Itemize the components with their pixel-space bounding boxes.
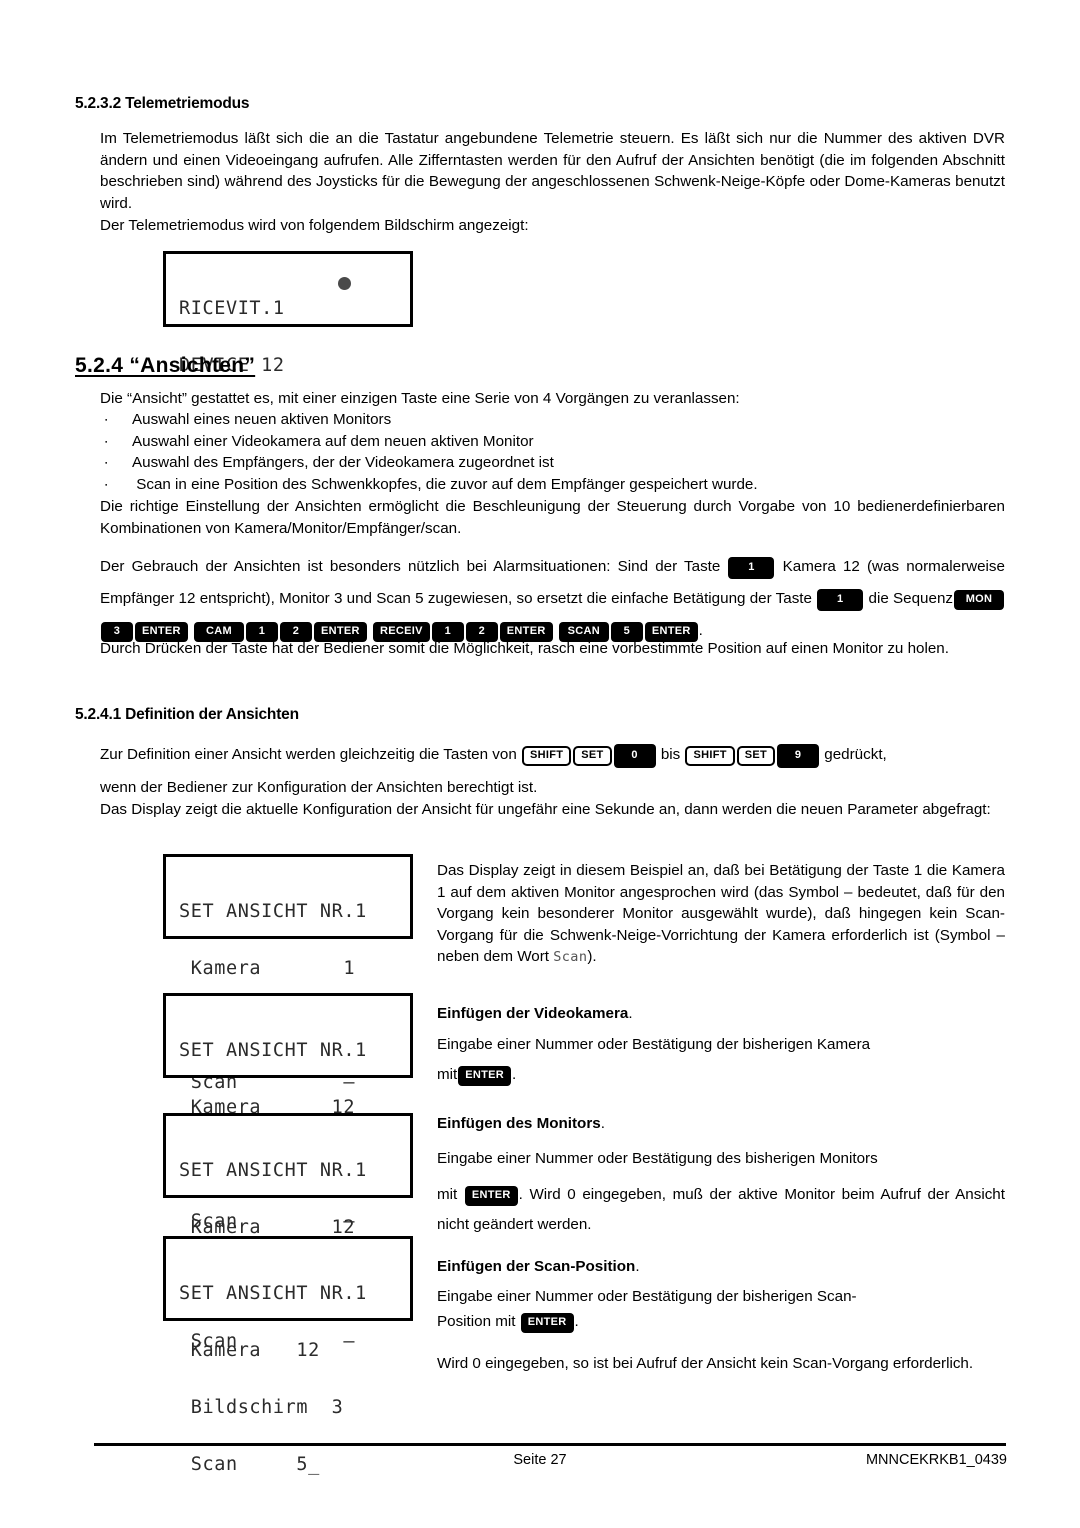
scan-mit-label: Position mit	[437, 1313, 516, 1330]
list-item: ∙ Auswahl eines neuen aktiven Monitors	[100, 409, 1005, 431]
key-enter-camera[interactable]: ENTER	[458, 1066, 512, 1086]
list-item-label: Scan in eine Position des Schwenkkopfes,…	[132, 475, 758, 493]
lcd-row-kamera: Kamera 1	[179, 958, 356, 979]
list-item-label: Auswahl eines neuen aktiven Monitors	[132, 411, 392, 428]
paragraph-einfuegen-scan-enter: Position mit ENTER.	[437, 1311, 1005, 1333]
paragraph-einfuegen-monitors-body: Eingabe einer Nummer oder Bestätigung de…	[437, 1150, 878, 1167]
lcd-title: SET ANSICHT NR.1	[179, 901, 367, 922]
key-set-2[interactable]: SET	[736, 746, 776, 766]
einfuegen-videokamera-title: Einfügen der Videokamera	[437, 1005, 629, 1022]
bullet-list-ansichten: ∙ Auswahl eines neuen aktiven Monitors ∙ A…	[100, 409, 1005, 495]
key-0[interactable]: 0	[613, 744, 656, 768]
list-item-label: Auswahl einer Videokamera auf dem neuen …	[132, 432, 534, 450]
lcd-row-bildschirm: Bildschirm 3	[179, 1397, 344, 1418]
alarm-text-3: der Taste	[749, 590, 812, 607]
lcd-display-view-1: SET ANSICHT NR.1 Kamera 1 Bildschirm – S…	[163, 854, 413, 1092]
alarm-text-1: Der Gebrauch der Ansichten ist besonders…	[100, 558, 721, 575]
key-set-1[interactable]: SET	[573, 746, 612, 766]
scan-enter-period: .	[574, 1313, 579, 1330]
einfuegen-scan-title: Einfügen der Scan-Position	[437, 1258, 636, 1275]
dot-symbol-icon	[338, 277, 351, 290]
sequence-period: .	[698, 622, 703, 639]
paragraph-scan-zero-note: Wird 0 eingegeben, so ist bei Aufruf der…	[437, 1355, 974, 1372]
footer-document-code: MNNCEKRKB1_0439	[865, 1452, 1007, 1468]
key-shift-2[interactable]: SHIFT	[685, 746, 735, 766]
key-mon[interactable]: MON	[953, 590, 1004, 610]
lcd-title: SET ANSICHT NR.1	[179, 1160, 367, 1181]
paragraph-einfuegen-videokamera-body: Eingabe einer Nummer oder Bestätigung de…	[437, 1036, 871, 1053]
paragraph-einfuegen-videokamera-enter: mit ENTER.	[437, 1064, 1005, 1086]
einfuegen-monitors-period: .	[600, 1115, 605, 1132]
einfuegen-videokamera-period: .	[628, 1005, 633, 1022]
definition-text-1: Zur Definition einer Ansicht werden glei…	[100, 746, 517, 763]
paragraph-definition-auth: wenn der Bediener zur Konfiguration der …	[100, 779, 538, 796]
heading-einfuegen-scan-position: Einfügen der Scan-Position.	[437, 1256, 1005, 1278]
document-page: 5.2.3.2 Telemetriemodus Im Telemetriemod…	[0, 0, 1080, 1528]
bullet-icon: ∙	[104, 454, 109, 471]
einfuegen-monitors-title: Einfügen des Monitors	[437, 1115, 601, 1132]
list-item-label: Auswahl des Empfängers, der der Videokam…	[132, 454, 554, 471]
paragraph-definition-display: Das Display zeigt die aktuelle Konfigura…	[100, 801, 991, 818]
alarm-text-4: die Sequenz	[868, 590, 953, 607]
heading-definition-ansichten: 5.2.4.1 Definition der Ansichten	[75, 706, 299, 723]
lcd-line-1: RICEVIT.1	[179, 298, 285, 319]
example-text-c: neben dem Wort	[437, 948, 550, 965]
key-1-second[interactable]: 1	[817, 589, 864, 611]
list-item: ∙ Auswahl einer Videokamera auf dem neuen…	[100, 431, 1005, 453]
lcd-display-view-2: SET ANSICHT NR.1 Kamera 12_ Bildschirm –…	[163, 993, 413, 1231]
paragraph-definition-intro: Zur Definition einer Ansicht werden glei…	[100, 739, 1005, 771]
lcd-title: SET ANSICHT NR.1	[179, 1283, 367, 1304]
paragraph-ansichten-settings: Die richtige Einstellung der Ansichten e…	[100, 498, 1005, 537]
heading-telemetriemodus: 5.2.3.2 Telemetriemodus	[75, 95, 250, 112]
bullet-icon: ∙	[104, 475, 109, 493]
key-9[interactable]: 9	[777, 744, 820, 768]
list-item: ∙ Auswahl des Empfängers, der der Videoka…	[100, 452, 1005, 474]
list-item: ∙ Scan in eine Position des Schwenkkopfe…	[100, 474, 1005, 496]
monitor-enter-rest: . Wird 0 eingegeben, muß der aktive Moni…	[437, 1186, 1005, 1233]
paragraph-alarm-sequence: Der Gebrauch der Ansichten ist besonders…	[100, 551, 1005, 647]
paragraph-telemetrie-intro: Im Telemetriemodus läßt sich die an die …	[100, 130, 1005, 212]
definition-text-bis: bis	[660, 746, 681, 763]
bullet-icon: ∙	[104, 411, 109, 428]
key-enter-monitor[interactable]: ENTER	[464, 1186, 518, 1206]
heading-einfuegen-monitors: Einfügen des Monitors.	[437, 1113, 1005, 1135]
paragraph-einfuegen-scan-body: Eingabe einer Nummer oder Bestätigung de…	[437, 1288, 857, 1305]
einfuegen-scan-period: .	[635, 1258, 640, 1275]
example-symbol-2: –	[996, 926, 1005, 944]
paragraph-telemetrie-screen-note: Der Telemetriemodus wird von folgendem B…	[100, 217, 529, 234]
key-shift-1[interactable]: SHIFT	[522, 746, 572, 766]
heading-einfuegen-videokamera: Einfügen der Videokamera.	[437, 1003, 1005, 1025]
lcd-display-view-4: SET ANSICHT NR.1 Kamera 12 Bildschirm 3 …	[163, 1236, 413, 1474]
lcd-title: SET ANSICHT NR.1	[179, 1040, 367, 1061]
example-text-d: ).	[587, 948, 597, 965]
key-enter-scan[interactable]: ENTER	[520, 1313, 574, 1333]
footer-divider	[94, 1443, 1006, 1446]
key-1[interactable]: 1	[728, 557, 775, 579]
lcd-display-telemetry: RICEVIT.1 DEVICE 12	[163, 251, 413, 375]
lcd-display-view-3: SET ANSICHT NR.1 Kamera 12 Bildschirm 3_…	[163, 1113, 413, 1351]
paragraph-ansichten-intro: Die “Ansicht” gestattet es, mit einer ei…	[100, 390, 740, 407]
lcd-row-kamera: Kamera 12	[179, 1217, 356, 1238]
bullet-icon: ∙	[104, 432, 109, 450]
example-symbol-1: –	[844, 883, 853, 901]
monitor-mit-label: mit	[437, 1186, 458, 1203]
camera-enter-period: .	[512, 1066, 517, 1083]
lcd-row-kamera: Kamera 12	[179, 1340, 320, 1361]
paragraph-einfuegen-monitors-enter: mit ENTER. Wird 0 eingegeben, muß der ak…	[437, 1180, 1005, 1240]
camera-mit-label: mit	[437, 1066, 458, 1083]
definition-text-2: gedrückt,	[824, 746, 887, 763]
example-lcd-word: Scan	[553, 949, 588, 965]
paragraph-alarm-conclusion: Durch Drücken der Taste hat der Bediener…	[100, 640, 949, 657]
heading-ansichten: 5.2.4 “Ansichten”	[75, 354, 256, 377]
paragraph-example-explanation: Das Display zeigt in diesem Beispiel an,…	[437, 860, 1005, 969]
